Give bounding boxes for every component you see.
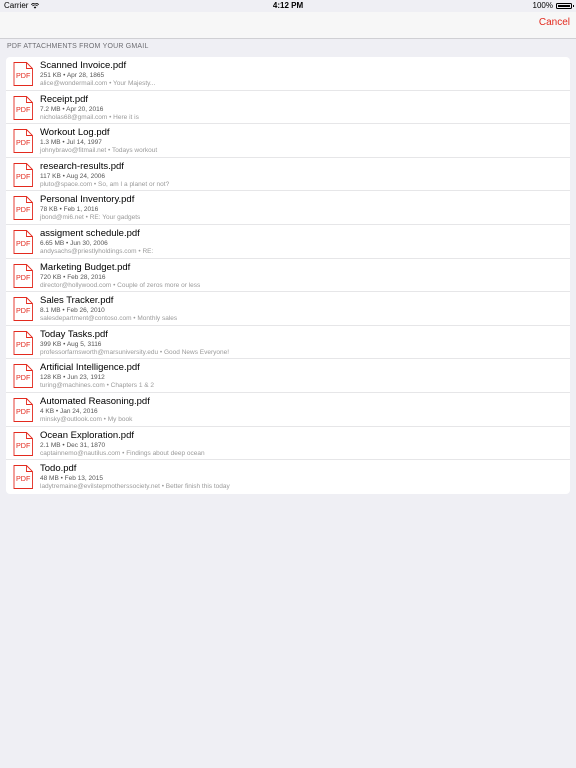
email-sender-subject: pluto@space.com • So, am I a planet or n… bbox=[40, 180, 170, 188]
file-size-date: 2.1 MB • Dec 31, 1870 bbox=[40, 441, 106, 449]
pdf-icon-label: PDF bbox=[16, 441, 31, 450]
file-name: Receipt.pdf bbox=[40, 93, 89, 105]
file-size-date: 7.2 MB • Apr 20, 2016 bbox=[40, 105, 104, 113]
attachment-row[interactable]: PDF assigment schedule.pdf 6.65 MB • Jun… bbox=[6, 225, 570, 259]
email-sender-subject: director@hollywood.com • Couple of zeros… bbox=[40, 281, 201, 289]
email-sender-subject: minsky@outlook.com • My book bbox=[40, 415, 133, 423]
attachment-row[interactable]: PDF Marketing Budget.pdf 720 KB • Feb 28… bbox=[6, 259, 570, 293]
email-sender-subject: captainnemo@nautilus.com • Findings abou… bbox=[40, 449, 205, 457]
file-size-date: 6.65 MB • Jun 30, 2006 bbox=[40, 239, 108, 247]
file-name: Todo.pdf bbox=[40, 463, 77, 475]
attachment-row[interactable]: PDF Receipt.pdf 7.2 MB • Apr 20, 2016 ni… bbox=[6, 91, 570, 125]
attachment-row[interactable]: PDF Ocean Exploration.pdf 2.1 MB • Dec 3… bbox=[6, 427, 570, 461]
pdf-file-icon: PDF bbox=[13, 263, 33, 288]
file-size-date: 1.3 MB • Jul 14, 1997 bbox=[40, 139, 102, 147]
pdf-file-icon: PDF bbox=[13, 196, 33, 221]
battery-percentage: 100% bbox=[532, 1, 553, 10]
status-right: 100% bbox=[532, 0, 574, 12]
pdf-icon-label: PDF bbox=[16, 105, 31, 114]
file-size-date: 117 KB • Aug 24, 2006 bbox=[40, 172, 106, 180]
file-name: Today Tasks.pdf bbox=[40, 328, 108, 340]
email-sender-subject: jbond@mi6.net • RE: Your gadgets bbox=[40, 214, 141, 222]
pdf-file-icon: PDF bbox=[13, 397, 33, 422]
attachment-row[interactable]: PDF Automated Reasoning.pdf 4 KB • Jan 2… bbox=[6, 393, 570, 427]
file-name: assigment schedule.pdf bbox=[40, 227, 140, 239]
file-size-date: 8.1 MB • Feb 26, 2010 bbox=[40, 307, 105, 315]
file-name: Artificial Intelligence.pdf bbox=[40, 362, 140, 374]
pdf-file-icon: PDF bbox=[13, 162, 33, 187]
attachment-row[interactable]: PDF Personal Inventory.pdf 78 KB • Feb 1… bbox=[6, 191, 570, 225]
cancel-button[interactable]: Cancel bbox=[539, 17, 570, 28]
file-name: Marketing Budget.pdf bbox=[40, 261, 131, 273]
attachment-row[interactable]: PDF Todo.pdf 48 MB • Feb 13, 2015 ladytr… bbox=[6, 460, 570, 494]
battery-icon bbox=[556, 3, 574, 9]
file-name: Sales Tracker.pdf bbox=[40, 295, 114, 307]
email-sender-subject: ladytremaine@evilstepmotherssociety.net … bbox=[40, 483, 230, 491]
attachment-row[interactable]: PDF Sales Tracker.pdf 8.1 MB • Feb 26, 2… bbox=[6, 292, 570, 326]
pdf-icon-label: PDF bbox=[16, 340, 31, 349]
file-size-date: 399 KB • Aug 5, 3116 bbox=[40, 340, 102, 348]
pdf-icon-label: PDF bbox=[16, 374, 31, 383]
pdf-file-icon: PDF bbox=[13, 297, 33, 322]
pdf-file-icon: PDF bbox=[13, 95, 33, 120]
navigation-bar: Cancel bbox=[0, 12, 576, 39]
pdf-icon-label: PDF bbox=[16, 306, 31, 315]
file-name: Ocean Exploration.pdf bbox=[40, 429, 135, 441]
pdf-icon-label: PDF bbox=[16, 206, 31, 215]
section-header: PDF ATTACHMENTS FROM YOUR GMAIL bbox=[7, 43, 149, 50]
attachment-row[interactable]: PDF Artificial Intelligence.pdf 128 KB •… bbox=[6, 359, 570, 393]
file-name: Automated Reasoning.pdf bbox=[40, 395, 150, 407]
email-sender-subject: salesdepartment@contoso.com • Monthly sa… bbox=[40, 315, 178, 323]
email-sender-subject: nicholas68@gmail.com • Here it is bbox=[40, 113, 139, 121]
attachment-list: PDF Scanned Invoice.pdf 251 KB • Apr 28,… bbox=[6, 57, 570, 494]
file-name: Workout Log.pdf bbox=[40, 127, 110, 139]
pdf-file-icon: PDF bbox=[13, 431, 33, 456]
pdf-file-icon: PDF bbox=[13, 364, 33, 389]
pdf-icon-label: PDF bbox=[16, 474, 31, 483]
pdf-icon-label: PDF bbox=[16, 273, 31, 282]
file-name: Personal Inventory.pdf bbox=[40, 194, 135, 206]
pdf-file-icon: PDF bbox=[13, 465, 33, 490]
pdf-icon-label: PDF bbox=[16, 172, 31, 181]
file-size-date: 720 KB • Feb 28, 2016 bbox=[40, 273, 106, 281]
pdf-file-icon: PDF bbox=[13, 330, 33, 355]
attachment-row[interactable]: PDF Today Tasks.pdf 399 KB • Aug 5, 3116… bbox=[6, 326, 570, 360]
pdf-icon-label: PDF bbox=[16, 239, 31, 248]
pdf-icon-label: PDF bbox=[16, 407, 31, 416]
email-sender-subject: professorfarnsworth@marsuniversity.edu •… bbox=[40, 348, 230, 356]
pdf-icon-label: PDF bbox=[16, 138, 31, 147]
attachment-row[interactable]: PDF Scanned Invoice.pdf 251 KB • Apr 28,… bbox=[6, 57, 570, 91]
status-bar: Carrier 4:12 PM 100% bbox=[0, 0, 576, 12]
email-sender-subject: andysachs@priestlyholdings.com • RE: bbox=[40, 247, 154, 255]
file-size-date: 251 KB • Apr 28, 1865 bbox=[40, 72, 105, 79]
pdf-file-icon: PDF bbox=[13, 62, 33, 86]
file-size-date: 78 KB • Feb 1, 2016 bbox=[40, 206, 99, 214]
email-sender-subject: alice@wondermail.com • Your Majesty... bbox=[40, 80, 156, 87]
file-size-date: 48 MB • Feb 13, 2015 bbox=[40, 475, 103, 483]
pdf-file-icon: PDF bbox=[13, 129, 33, 154]
pdf-icon-label: PDF bbox=[16, 71, 31, 80]
email-sender-subject: johnybravo@fitmail.net • Todays workout bbox=[40, 147, 158, 155]
pdf-file-icon: PDF bbox=[13, 230, 33, 254]
attachment-row[interactable]: PDF Workout Log.pdf 1.3 MB • Jul 14, 199… bbox=[6, 124, 570, 158]
file-size-date: 4 KB • Jan 24, 2016 bbox=[40, 407, 98, 415]
file-name: research-results.pdf bbox=[40, 160, 124, 172]
attachment-row[interactable]: PDF research-results.pdf 117 KB • Aug 24… bbox=[6, 158, 570, 192]
email-sender-subject: turing@machines.com • Chapters 1 & 2 bbox=[40, 382, 155, 390]
status-time: 4:12 PM bbox=[272, 1, 304, 10]
file-name: Scanned Invoice.pdf bbox=[40, 60, 127, 71]
file-size-date: 128 KB • Jun 23, 1912 bbox=[40, 374, 105, 382]
